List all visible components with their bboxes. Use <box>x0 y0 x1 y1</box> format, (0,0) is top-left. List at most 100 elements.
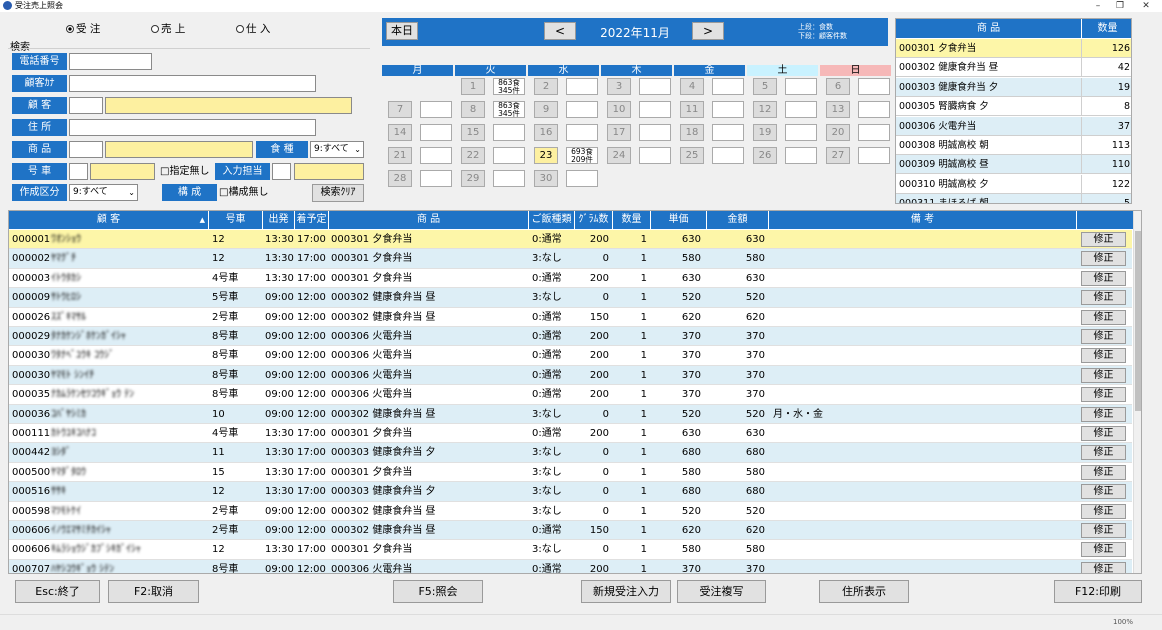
product-row[interactable]: 000311 まほろば 朝 5 <box>896 194 1131 203</box>
f2-cancel-button[interactable]: F2:取消 <box>108 580 199 603</box>
calendar-day[interactable]: 10 <box>607 101 631 118</box>
prev-month-button[interactable]: < <box>544 22 576 40</box>
orders-scrollbar[interactable] <box>1133 211 1141 573</box>
product-row[interactable]: 000308 明誠高校 朝 113 <box>896 136 1131 155</box>
calendar-day[interactable]: 17 <box>607 124 631 141</box>
calendar-day[interactable]: 23 <box>534 147 558 164</box>
table-row[interactable]: 000606 ｷﾑﾗｼｮｳｼﾞｶﾌﾞｼｷｶﾞｲｼｬ 12 13:30 17:00 0003… <box>9 540 1132 560</box>
table-row[interactable]: 000035 ﾅｶﾑﾗｹﾝｾﾂｺｳｷﾞｮｳ ﾃﾝ 8号車 09:00 12:00 0003… <box>9 385 1132 405</box>
calendar-day[interactable]: 5 <box>753 78 777 95</box>
calendar-day[interactable]: 9 <box>534 101 558 118</box>
edit-button[interactable]: 修正 <box>1081 406 1126 422</box>
calendar-day[interactable]: 29 <box>461 170 485 187</box>
col-note[interactable]: 備 考 <box>769 211 1077 229</box>
scrollbar-thumb[interactable] <box>1135 231 1141 411</box>
table-row[interactable]: 000500 ﾔﾏﾀﾞﾀﾛｳ 15 13:30 17:00 000301 夕食弁当 3:なし… <box>9 462 1132 483</box>
car-code-input[interactable] <box>69 163 88 180</box>
input-staff-code-input[interactable] <box>272 163 291 180</box>
table-row[interactable]: 000029 ﾀﾅｶｹﾝｼﾞﾎｹﾝｶﾞｲｼｬ 8号車 09:00 12:00 000306… <box>9 327 1132 347</box>
edit-button[interactable]: 修正 <box>1081 232 1126 247</box>
col-rice[interactable]: ご飯種類 <box>529 211 575 229</box>
calendar-day[interactable]: 21 <box>388 147 412 164</box>
table-row[interactable]: 000001 ﾜｵﾝｼｮｳ 12 13:30 17:00 000301 夕食弁当 0:通常 2… <box>9 230 1132 250</box>
edit-button[interactable]: 修正 <box>1081 561 1126 573</box>
edit-button[interactable]: 修正 <box>1081 309 1126 325</box>
product-row[interactable]: 000306 火電弁当 37 <box>896 116 1131 136</box>
radio-order[interactable]: 受 注 <box>66 23 100 35</box>
table-row[interactable]: 000606 ｲﾉｳｴﾏｻﾐﾁｶｲｼｬ 2号車 09:00 12:00 000302 健康… <box>9 521 1132 541</box>
col-amount[interactable]: 金額 <box>707 211 769 229</box>
table-row[interactable]: 000036 ｺﾊﾞﾔｼﾐｶ 10 09:00 12:00 000302 健康食弁当 昼3… <box>9 404 1132 424</box>
create-div-select[interactable]: 9:すべて ⌄ <box>69 184 138 201</box>
edit-button[interactable]: 修正 <box>1081 387 1126 403</box>
address-input[interactable] <box>69 119 316 136</box>
calendar-day[interactable]: 15 <box>461 124 485 141</box>
calendar-day[interactable]: 12 <box>753 101 777 118</box>
address-display-button[interactable]: 住所表示 <box>819 580 909 603</box>
calendar-day[interactable]: 19 <box>753 124 777 141</box>
edit-button[interactable]: 修正 <box>1081 484 1126 500</box>
calendar-day[interactable]: 20 <box>826 124 850 141</box>
product-code-input[interactable] <box>69 141 103 158</box>
close-button[interactable]: ✕ <box>1136 0 1156 12</box>
col-departure[interactable]: 出発 <box>263 211 295 229</box>
calendar-day[interactable]: 14 <box>388 124 412 141</box>
table-row[interactable]: 000707 ﾊﾔｼｺｳｷﾞｮｳ ｼﾃﾝ 8号車 09:00 12:00 000306 火… <box>9 559 1132 573</box>
table-row[interactable]: 000111 ｶﾄｳﾕｷｺﾊﾅｺ 4号車 13:30 17:00 000301 夕食弁当 0… <box>9 424 1132 444</box>
edit-button[interactable]: 修正 <box>1081 445 1126 461</box>
table-row[interactable]: 000009 ｻﾄｳﾋﾛｼ 5号車 09:00 12:00 000302 健康食弁当 昼 3… <box>9 288 1132 308</box>
calendar-day[interactable]: 28 <box>388 170 412 187</box>
edit-button[interactable]: 修正 <box>1081 542 1126 558</box>
edit-button[interactable]: 修正 <box>1081 426 1126 441</box>
new-order-button[interactable]: 新規受注入力 <box>581 580 671 603</box>
no-spec-checkbox[interactable]: □指定無し <box>160 165 209 178</box>
table-row[interactable]: 000002 ﾔﾏｸﾞﾁ 12 13:30 17:00 000301 夕食弁当 3:なし 0 1… <box>9 249 1132 269</box>
minimize-button[interactable]: – <box>1088 0 1108 12</box>
today-button[interactable]: 本日 <box>386 22 418 40</box>
calendar-day[interactable]: 16 <box>534 124 558 141</box>
product-row[interactable]: 000309 明誠高校 昼 110 <box>896 155 1131 175</box>
calendar-day[interactable]: 8 <box>461 101 485 118</box>
edit-button[interactable]: 修正 <box>1081 464 1126 480</box>
col-product[interactable]: 商 品 <box>329 211 529 229</box>
product-row[interactable]: 000302 健康食弁当 昼 42 <box>896 58 1131 78</box>
col-price[interactable]: 単価 <box>651 211 707 229</box>
col-customer[interactable]: 顧 客 ▲ <box>9 211 209 229</box>
next-month-button[interactable]: > <box>692 22 724 40</box>
calendar-day[interactable]: 22 <box>461 147 485 164</box>
calendar-day[interactable]: 25 <box>680 147 704 164</box>
calendar-day[interactable]: 2 <box>534 78 558 95</box>
calendar-day[interactable]: 24 <box>607 147 631 164</box>
product-row[interactable]: 000301 夕食弁当 126 <box>896 39 1131 58</box>
edit-button[interactable]: 修正 <box>1081 251 1126 267</box>
edit-button[interactable]: 修正 <box>1081 329 1126 344</box>
table-row[interactable]: 000003 ｲﾄｳﾀｶｼ 4号車 13:30 17:00 000301 夕食弁当 0:通常… <box>9 268 1132 289</box>
search-clear-button[interactable]: 検索ｸﾘｱ <box>312 184 364 202</box>
table-row[interactable]: 000598 ﾏﾂﾓﾄｹｲ 2号車 09:00 12:00 000302 健康食弁当 昼 3… <box>9 501 1132 521</box>
edit-button[interactable]: 修正 <box>1081 503 1126 519</box>
no-composition-checkbox[interactable]: □構成無し <box>219 186 268 199</box>
copy-order-button[interactable]: 受注複写 <box>677 580 766 603</box>
calendar-day[interactable]: 7 <box>388 101 412 118</box>
col-qty[interactable]: 数量 <box>613 211 651 229</box>
product-row[interactable]: 000305 腎臓病食 夕 8 <box>896 97 1131 117</box>
f5-query-button[interactable]: F5:照会 <box>393 580 483 603</box>
calendar-day[interactable]: 4 <box>680 78 704 95</box>
table-row[interactable]: 000026 ｽｽﾞｷﾏｻﾙ 2号車 09:00 12:00 000302 健康食弁当 昼… <box>9 307 1132 327</box>
calendar-day[interactable]: 3 <box>607 78 631 95</box>
edit-button[interactable]: 修正 <box>1081 290 1126 306</box>
kana-input[interactable] <box>69 75 316 92</box>
radio-sales[interactable]: 売 上 <box>151 23 185 35</box>
phone-input[interactable] <box>69 53 152 70</box>
calendar-day[interactable]: 6 <box>826 78 850 95</box>
product-row[interactable]: 000303 健康食弁当 夕 19 <box>896 77 1131 97</box>
customer-code-input[interactable] <box>69 97 103 114</box>
col-arrival[interactable]: 着予定 <box>295 211 329 229</box>
radio-purchase[interactable]: 仕 入 <box>236 23 270 35</box>
food-type-select[interactable]: 9:すべて ⌄ <box>310 141 364 158</box>
calendar-day[interactable]: 18 <box>680 124 704 141</box>
edit-button[interactable]: 修正 <box>1081 367 1126 383</box>
restore-button[interactable]: ❐ <box>1110 0 1130 12</box>
table-row[interactable]: 000030 ﾔﾏﾓﾄ ｼﾝｲﾁ 8号車 09:00 12:00 000306 火電弁当 0… <box>9 365 1132 386</box>
esc-exit-button[interactable]: Esc:終了 <box>15 580 100 603</box>
